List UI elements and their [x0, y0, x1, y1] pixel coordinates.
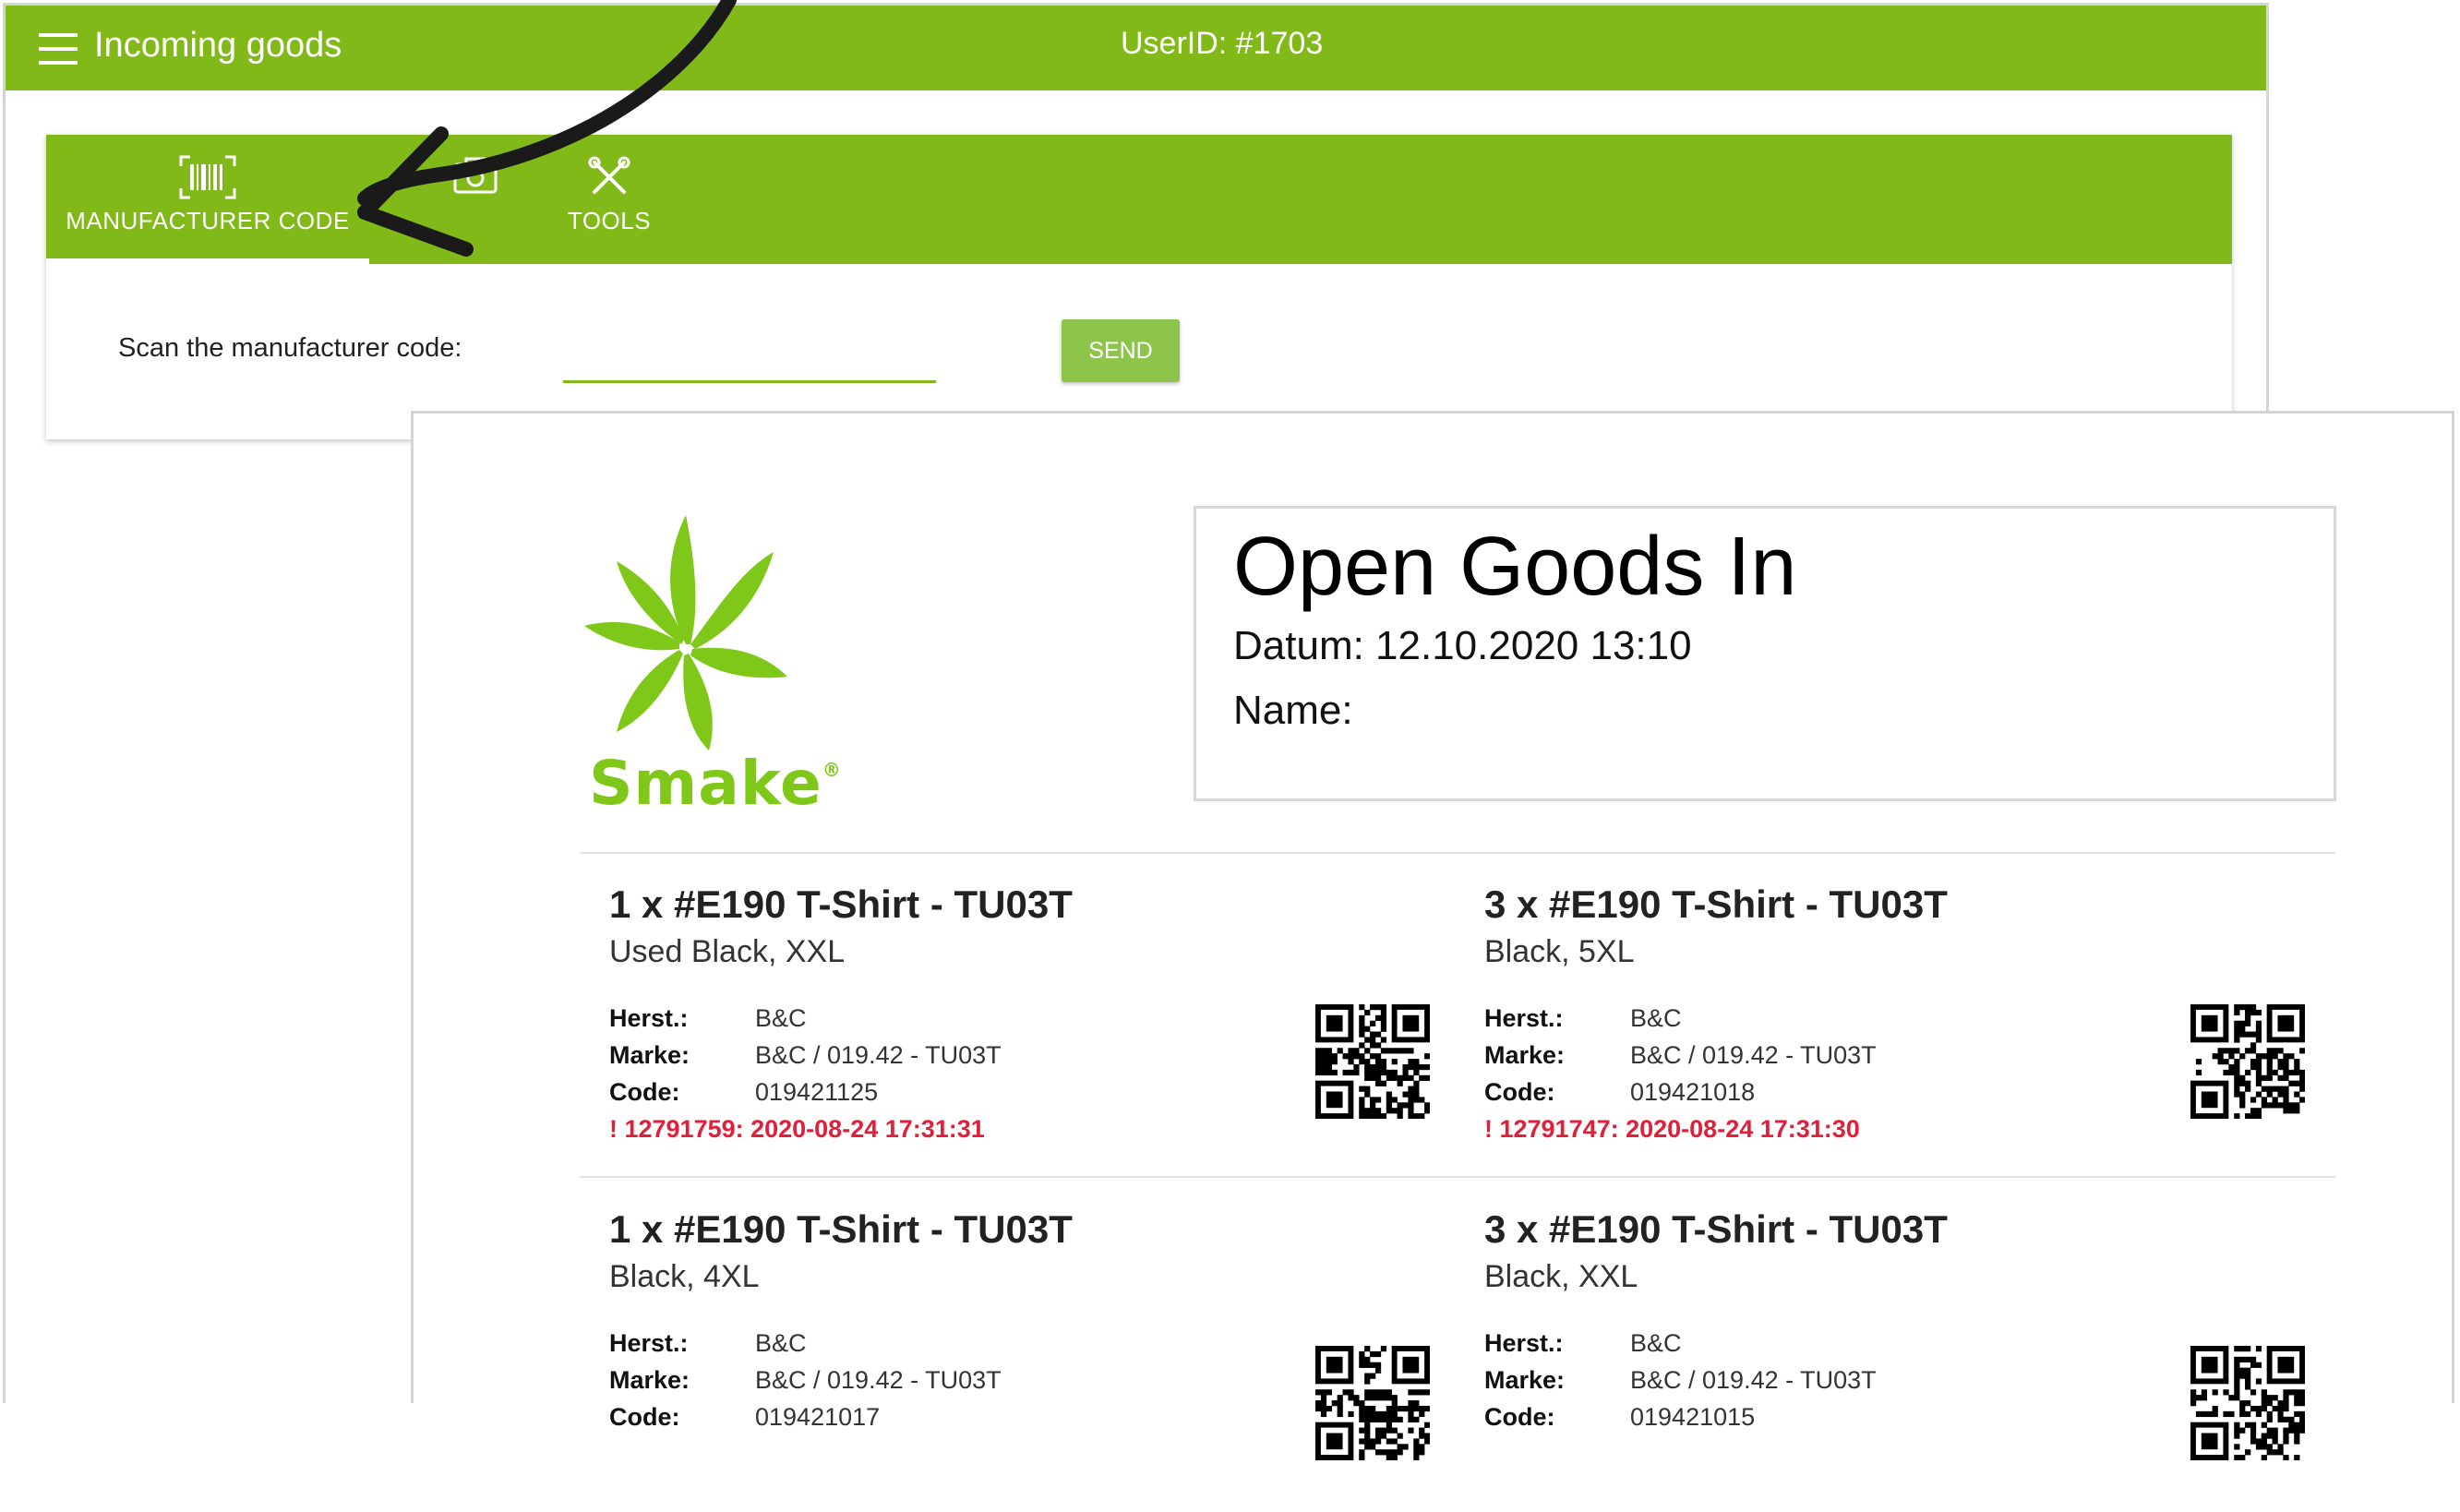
item-variant: Black, 4XL [609, 1259, 760, 1294]
app-title: Incoming goods [94, 26, 342, 65]
logo-wordmark: Smake® [589, 748, 842, 819]
qr-code-icon [1315, 1346, 1430, 1460]
document-header: Open Goods In Datum: 12.10.2020 13:10 Na… [1194, 506, 2336, 801]
item-warning: ! 12791747: 2020-08-24 17:31:30 [1484, 1115, 1860, 1143]
item-variant: Black, XXL [1484, 1259, 1638, 1294]
item-title: 3 x #E190 T-Shirt - TU03T [1484, 1207, 1948, 1251]
document-title: Open Goods In [1233, 521, 1797, 613]
app-bar: Incoming goods UserID: #1703 [6, 6, 2266, 90]
user-id: UserID: #1703 [1121, 26, 1324, 61]
menu-icon[interactable] [39, 33, 78, 65]
qr-code-icon [1315, 1004, 1430, 1119]
goods-in-document: Smake® Open Goods In Datum: 12.10.2020 1… [411, 411, 2454, 1460]
item-title: 3 x #E190 T-Shirt - TU03T [1484, 882, 1948, 926]
item-warning: ! 12791759: 2020-08-24 17:31:31 [609, 1115, 985, 1143]
scan-card: MANUFACTURER CODE TOOLS Scan the manufac… [46, 135, 2232, 439]
barcode-icon [179, 155, 236, 199]
goods-item: 1 x #E190 T-Shirt - TU03T Black, 4XL Her… [609, 1207, 1486, 1512]
send-button[interactable]: SEND [1062, 319, 1180, 382]
item-title: 1 x #E190 T-Shirt - TU03T [609, 1207, 1073, 1251]
item-variant: Used Black, XXL [609, 934, 846, 969]
document-date: Datum: 12.10.2020 13:10 [1233, 623, 1692, 668]
tab-tools-label: TOOLS [567, 207, 652, 234]
tab-bar: MANUFACTURER CODE TOOLS [46, 135, 2232, 264]
smake-logo-icon [584, 515, 787, 750]
document-name: Name: [1233, 688, 1353, 733]
tools-icon [588, 156, 630, 194]
qr-code-icon [2190, 1004, 2305, 1119]
goods-item: 3 x #E190 T-Shirt - TU03T Black, XXL Her… [1484, 1207, 2361, 1512]
goods-item: 3 x #E190 T-Shirt - TU03T Black, 5XL Her… [1484, 882, 2361, 1187]
tab-tools[interactable]: TOOLS [452, 135, 766, 264]
tab-manufacturer-code[interactable]: MANUFACTURER CODE [46, 135, 369, 264]
goods-item: 1 x #E190 T-Shirt - TU03T Used Black, XX… [609, 882, 1486, 1187]
qr-code-icon [2190, 1346, 2305, 1460]
tab-manufacturer-code-label: MANUFACTURER CODE [66, 207, 350, 234]
scan-label: Scan the manufacturer code: [118, 333, 462, 363]
item-title: 1 x #E190 T-Shirt - TU03T [609, 882, 1073, 926]
divider [580, 852, 2335, 854]
manufacturer-code-input[interactable] [563, 316, 936, 383]
item-variant: Black, 5XL [1484, 934, 1635, 969]
